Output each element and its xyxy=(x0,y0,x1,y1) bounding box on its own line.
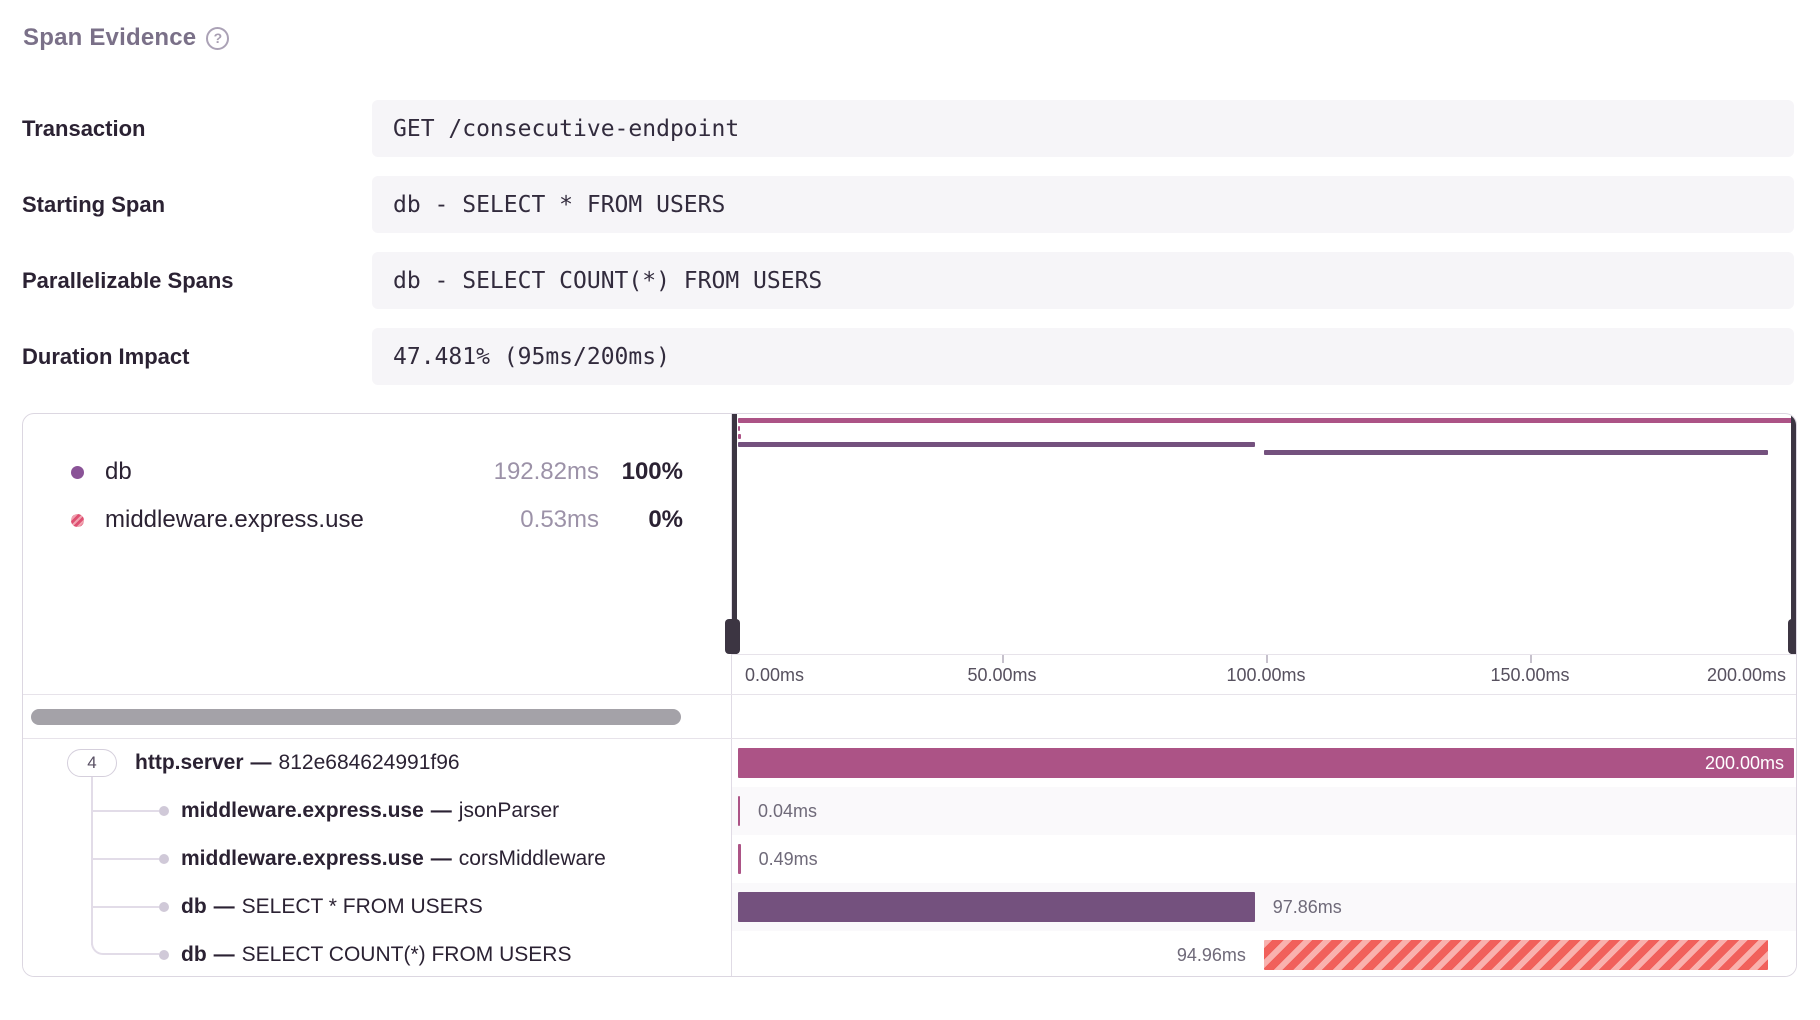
minimap-pane: 0.00ms 50.00ms 100.00ms 150.00ms 200.00m… xyxy=(732,414,1796,694)
evidence-value: GET /consecutive-endpoint xyxy=(372,100,1794,157)
span-duration-label: 94.96ms xyxy=(1177,931,1246,977)
waterfall-top-section: db 192.82ms 100% middleware.express.use … xyxy=(23,414,1796,694)
minimap-span-jsonparser xyxy=(738,426,740,431)
span-op: http.server xyxy=(135,751,244,775)
span-duration-label: 200.00ms xyxy=(1705,739,1784,787)
span-description: SELECT COUNT(*) FROM USERS xyxy=(242,943,572,967)
op-separator: — xyxy=(431,799,452,823)
span-bar-cell: 94.96ms xyxy=(732,931,1796,977)
evidence-label: Parallelizable Spans xyxy=(22,252,372,309)
span-op: middleware.express.use xyxy=(181,799,424,823)
minimap-right-drag-handle[interactable] xyxy=(1788,619,1797,654)
span-op: middleware.express.use xyxy=(181,847,424,871)
axis-label: 150.00ms xyxy=(1490,655,1569,695)
tree-scrollbar-thumb[interactable] xyxy=(31,709,681,725)
span-op: db xyxy=(181,895,207,919)
span-rows: 4 http.server — 812e684624991f96 200.00m… xyxy=(23,738,1796,977)
axis-label: 0.00ms xyxy=(745,655,804,695)
span-children-count-badge[interactable]: 4 xyxy=(67,749,117,777)
op-separator: — xyxy=(214,943,235,967)
scroll-band-spacer xyxy=(732,695,1796,738)
legend-item-middleware[interactable]: middleware.express.use 0.53ms 0% xyxy=(23,496,731,544)
span-evidence-page: Span Evidence ? Transaction GET /consecu… xyxy=(0,0,1820,977)
span-duration-bar xyxy=(738,844,741,874)
span-row-corsmiddleware[interactable]: middleware.express.use — corsMiddleware … xyxy=(23,835,1796,883)
trace-minimap[interactable] xyxy=(732,414,1796,654)
legend-op-label: db xyxy=(105,458,469,486)
span-description: jsonParser xyxy=(459,799,559,823)
span-duration-bar xyxy=(738,796,740,826)
span-waterfall-panel: db 192.82ms 100% middleware.express.use … xyxy=(22,413,1797,977)
evidence-value: db - SELECT COUNT(*) FROM USERS xyxy=(372,252,1794,309)
minimap-span-select-count xyxy=(1264,450,1768,455)
op-separator: — xyxy=(431,847,452,871)
evidence-label: Duration Impact xyxy=(22,328,372,385)
span-description: corsMiddleware xyxy=(459,847,606,871)
span-bar-cell: 0.49ms xyxy=(732,835,1796,883)
db-series-dot-icon xyxy=(71,466,84,479)
evidence-label: Transaction xyxy=(22,100,372,157)
span-duration-bar-hatched xyxy=(1264,940,1768,970)
span-bar-cell: 200.00ms xyxy=(732,739,1796,787)
legend-item-db[interactable]: db 192.82ms 100% xyxy=(23,448,731,496)
evidence-row-starting-span: Starting Span db - SELECT * FROM USERS xyxy=(22,176,1794,233)
middleware-series-dot-icon xyxy=(71,514,84,527)
page-header: Span Evidence ? xyxy=(23,24,1820,52)
minimap-right-boundary xyxy=(1791,414,1796,654)
minimap-span-http-server xyxy=(738,418,1794,423)
horizontal-scroll-band xyxy=(23,694,1796,738)
span-op: db xyxy=(181,943,207,967)
span-row-select-users[interactable]: db — SELECT * FROM USERS 97.86ms xyxy=(23,883,1796,931)
op-separator: — xyxy=(214,895,235,919)
span-description: SELECT * FROM USERS xyxy=(242,895,483,919)
time-axis: 0.00ms 50.00ms 100.00ms 150.00ms 200.00m… xyxy=(732,654,1796,694)
legend-duration: 192.82ms xyxy=(469,458,599,486)
span-row-http-server[interactable]: 4 http.server — 812e684624991f96 200.00m… xyxy=(23,739,1796,787)
op-separator: — xyxy=(251,751,272,775)
axis-label: 100.00ms xyxy=(1226,655,1305,695)
span-description: 812e684624991f96 xyxy=(279,751,460,775)
tree-scrollbar-track[interactable] xyxy=(23,695,732,738)
minimap-left-boundary xyxy=(732,414,737,654)
span-bar-cell: 0.04ms xyxy=(732,787,1796,835)
evidence-row-transaction: Transaction GET /consecutive-endpoint xyxy=(22,100,1794,157)
legend-op-label: middleware.express.use xyxy=(105,506,469,534)
legend: db 192.82ms 100% middleware.express.use … xyxy=(23,414,732,694)
axis-label: 50.00ms xyxy=(967,655,1036,695)
legend-percentage: 100% xyxy=(599,458,683,486)
span-duration-bar xyxy=(738,748,1794,778)
minimap-left-drag-handle[interactable] xyxy=(725,619,740,654)
evidence-label: Starting Span xyxy=(22,176,372,233)
span-duration-bar xyxy=(738,892,1255,922)
span-bar-cell: 97.86ms xyxy=(732,883,1796,931)
span-row-select-count[interactable]: db — SELECT COUNT(*) FROM USERS 94.96ms xyxy=(23,931,1796,977)
span-row-jsonparser[interactable]: middleware.express.use — jsonParser 0.04… xyxy=(23,787,1796,835)
span-duration-label: 97.86ms xyxy=(1273,883,1342,931)
evidence-list: Transaction GET /consecutive-endpoint St… xyxy=(22,100,1820,385)
span-duration-label: 0.49ms xyxy=(759,835,818,883)
evidence-row-duration-impact: Duration Impact 47.481% (95ms/200ms) xyxy=(22,328,1794,385)
page-title: Span Evidence xyxy=(23,24,196,52)
legend-duration: 0.53ms xyxy=(469,506,599,534)
evidence-row-parallelizable-spans: Parallelizable Spans db - SELECT COUNT(*… xyxy=(22,252,1794,309)
minimap-span-corsmiddleware xyxy=(738,434,741,439)
span-duration-label: 0.04ms xyxy=(758,787,817,835)
minimap-span-select-users xyxy=(738,442,1255,447)
legend-percentage: 0% xyxy=(599,506,683,534)
evidence-value: 47.481% (95ms/200ms) xyxy=(372,328,1794,385)
evidence-value: db - SELECT * FROM USERS xyxy=(372,176,1794,233)
axis-label: 200.00ms xyxy=(1707,655,1786,695)
help-icon[interactable]: ? xyxy=(206,27,229,50)
